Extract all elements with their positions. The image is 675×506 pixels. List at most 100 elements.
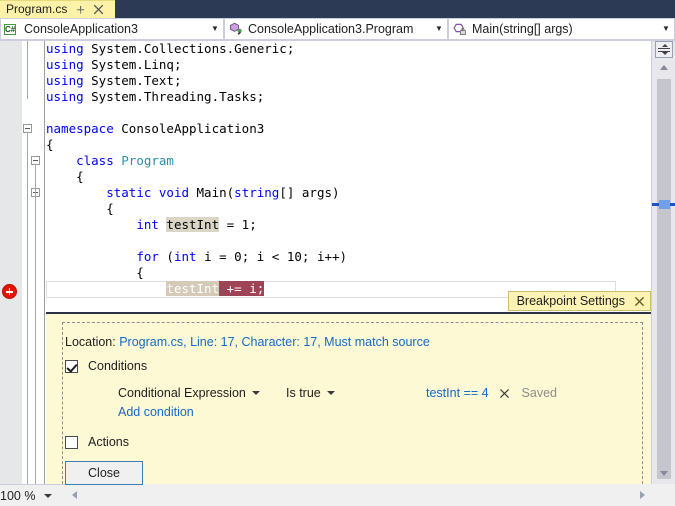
condition-type-dropdown[interactable]: Conditional Expression [118, 386, 286, 400]
conditions-label: Conditions [88, 359, 148, 373]
csharp-file-icon: C# [4, 24, 17, 35]
chevron-down-icon[interactable] [44, 493, 52, 498]
method-private-icon [452, 21, 468, 37]
breakpoint-settings-title: Breakpoint Settings [516, 294, 625, 308]
outlining-gutter[interactable] [22, 41, 45, 484]
code-token: using [46, 89, 92, 104]
scroll-left-button[interactable] [66, 487, 83, 504]
code-line: class Program [46, 153, 174, 169]
current-line-marker-box [659, 200, 670, 209]
fold-toggle-namespace[interactable] [23, 124, 32, 133]
code-token: ConsoleApplication3 [121, 121, 265, 136]
code-token: for [136, 249, 167, 264]
actions-label: Actions [88, 435, 129, 449]
condition-expression-row: Conditional Expression Is true testInt =… [118, 386, 557, 400]
code-line: testInt += i; [46, 281, 265, 297]
condition-type-label: Conditional Expression [118, 386, 246, 400]
zoom-level-dropdown[interactable]: 100 % [0, 486, 60, 506]
code-token: += i; [219, 281, 265, 296]
code-token: i = 0; i < 10; i++) [204, 249, 348, 264]
navigation-bar: C# ConsoleApplication3 ▼ ConsoleApplicat… [0, 18, 675, 41]
code-line: namespace ConsoleApplication3 [46, 121, 264, 137]
code-token: using [46, 57, 92, 72]
scroll-down-button[interactable] [655, 466, 673, 482]
code-token: System.Linq; [91, 57, 182, 72]
code-token: int [136, 217, 167, 232]
breakpoint-gutter[interactable] [0, 41, 22, 484]
status-bar: 100 % [0, 484, 675, 506]
member-dropdown[interactable]: Main(string[] args) ▼ [448, 18, 675, 40]
conditional-breakpoint-icon[interactable] [2, 284, 17, 299]
actions-row[interactable]: Actions [65, 435, 129, 449]
condition-mode-dropdown[interactable]: Is true [286, 386, 426, 400]
code-token: int [173, 249, 205, 264]
tab-program-cs[interactable]: Program.cs [0, 0, 115, 18]
code-token: using [46, 41, 92, 56]
zoom-level-label: 100 % [0, 488, 36, 503]
horizontal-scrollbar[interactable] [66, 484, 651, 506]
project-dropdown-label: ConsoleApplication3 [24, 22, 138, 36]
actions-checkbox[interactable] [65, 435, 78, 449]
scrollbar-thumb[interactable] [657, 79, 671, 479]
chevron-down-icon[interactable] [251, 391, 260, 395]
code-line: using System.Threading.Tasks; [46, 89, 264, 105]
code-token: = 1; [219, 217, 257, 232]
project-dropdown[interactable]: C# ConsoleApplication3 ▼ [0, 18, 224, 40]
condition-mode-label: Is true [286, 386, 321, 400]
breakpoint-location: Location: Program.cs, Line: 17, Characte… [65, 335, 430, 349]
document-tab-strip: Program.cs [0, 0, 675, 18]
code-line: static void Main(string[] args) [46, 185, 339, 201]
code-token: System.Threading.Tasks; [91, 89, 265, 104]
code-token: { [46, 137, 54, 152]
code-line: { [46, 201, 114, 217]
vertical-scrollbar[interactable] [651, 41, 675, 484]
code-token: { [46, 201, 114, 216]
code-token: Main( [196, 185, 235, 200]
close-icon[interactable] [634, 296, 645, 307]
code-line: using System.Collections.Generic; [46, 41, 294, 57]
scroll-up-button[interactable] [655, 60, 673, 76]
tab-title: Program.cs [6, 2, 68, 16]
chevron-down-icon[interactable] [326, 391, 335, 395]
code-line: int testInt = 1; [46, 217, 257, 233]
code-token: System.Text; [91, 73, 182, 88]
add-condition-link[interactable]: Add condition [118, 405, 194, 419]
chevron-down-icon[interactable]: ▼ [207, 19, 223, 39]
breakpoint-settings-panel: Location: Program.cs, Line: 17, Characte… [46, 312, 651, 485]
code-token: testInt [166, 281, 220, 296]
split-view-button[interactable] [655, 41, 673, 58]
breakpoint-settings-header[interactable]: Breakpoint Settings [507, 291, 651, 311]
pin-icon[interactable] [75, 4, 86, 15]
condition-expression-input[interactable]: testInt == 4 [426, 386, 489, 400]
close-button[interactable]: Close [65, 461, 143, 485]
chevron-down-icon[interactable]: ▼ [431, 19, 447, 39]
code-token: static void [106, 185, 197, 200]
horizontal-scroll-track[interactable] [83, 487, 634, 504]
scroll-right-button[interactable] [634, 487, 651, 504]
code-token: { [46, 265, 144, 280]
code-token: using [46, 73, 92, 88]
code-token: System.Collections.Generic; [91, 41, 295, 56]
conditions-checkbox[interactable] [65, 359, 78, 373]
member-dropdown-label: Main(string[] args) [472, 22, 573, 36]
code-line: for (int i = 0; i < 10; i++) [46, 249, 347, 265]
code-token: ( [166, 249, 174, 264]
conditions-row[interactable]: Conditions [65, 359, 147, 373]
code-line: using System.Linq; [46, 57, 181, 73]
remove-condition-icon[interactable] [499, 388, 510, 399]
chevron-down-icon[interactable]: ▼ [658, 19, 674, 39]
breakpoint-location-link[interactable]: Program.cs, Line: 17, Character: 17, Mus… [119, 335, 430, 349]
close-icon[interactable] [93, 4, 104, 15]
condition-saved-status: Saved [521, 386, 557, 400]
code-line: using System.Text; [46, 73, 181, 89]
type-dropdown[interactable]: ConsoleApplication3.Program ▼ [224, 18, 448, 40]
code-token: class [76, 153, 122, 168]
visual-studio-window: Program.cs C# ConsoleApplication3 ▼ Cons… [0, 0, 675, 506]
code-token: { [46, 169, 84, 184]
code-token: testInt [166, 217, 220, 232]
fold-toggle-class[interactable] [31, 156, 40, 165]
code-token: string [234, 185, 280, 200]
